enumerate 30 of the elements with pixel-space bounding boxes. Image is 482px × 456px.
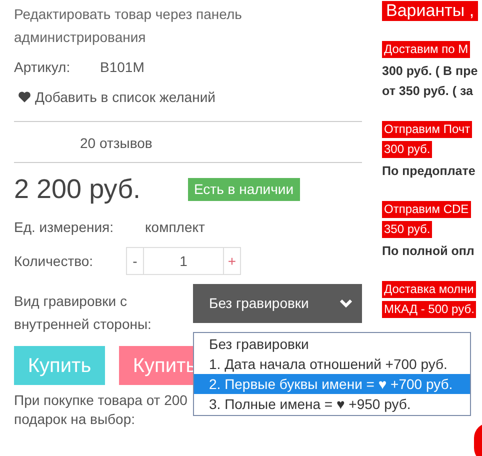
delivery-text: 300 руб. ( В пре: [382, 63, 478, 80]
delivery-title: Варианты ,: [382, 1, 478, 21]
delivery-tag: Отправим CDE: [382, 201, 471, 218]
engraving-select[interactable]: Без гравировки: [193, 284, 362, 323]
sku-value: B101M: [100, 58, 144, 77]
gift-note: подарок на выбор:: [14, 410, 135, 429]
delivery-tag: МКАД - 500 руб.: [382, 301, 476, 318]
delivery-tag: 350 руб.: [382, 221, 432, 238]
dropdown-option[interactable]: 2. Первые буквы имени = ♥ +700 руб.: [194, 374, 470, 394]
delivery-text: По полной опл: [382, 243, 474, 260]
stock-badge: Есть в наличии: [188, 178, 300, 200]
reviews-count[interactable]: 20 отзывов: [80, 133, 152, 153]
unit-value: комплект: [145, 218, 205, 237]
delivery-tag: 300 руб.: [382, 141, 432, 158]
sku-label: Артикул:: [14, 58, 72, 77]
quantity-label: Количество:: [14, 252, 94, 270]
gift-note: При покупке товара от 200: [14, 391, 188, 410]
heart-icon: [18, 91, 31, 103]
wishlist-link[interactable]: Добавить в список желаний: [18, 87, 216, 107]
delivery-text: По предоплате: [382, 163, 476, 180]
delivery-text: от 350 руб. ( за: [382, 83, 473, 100]
dropdown-option[interactable]: 3. Полные имена = ♥ +950 руб.: [194, 394, 470, 414]
engraving-label: Вид гравировки с внутренней стороны:: [14, 292, 152, 334]
delivery-tag: Отправим Почт: [382, 121, 472, 138]
admin-link[interactable]: Редактировать товар через панель администрирования: [14, 3, 314, 49]
chevron-down-icon: [340, 299, 352, 308]
delivery-tag: Доставим по М: [382, 41, 470, 58]
unit-label: Ед. измерения:: [14, 218, 115, 237]
delivery-tag: Доставка молни: [382, 281, 476, 298]
price: 2 200 руб.: [14, 173, 142, 205]
